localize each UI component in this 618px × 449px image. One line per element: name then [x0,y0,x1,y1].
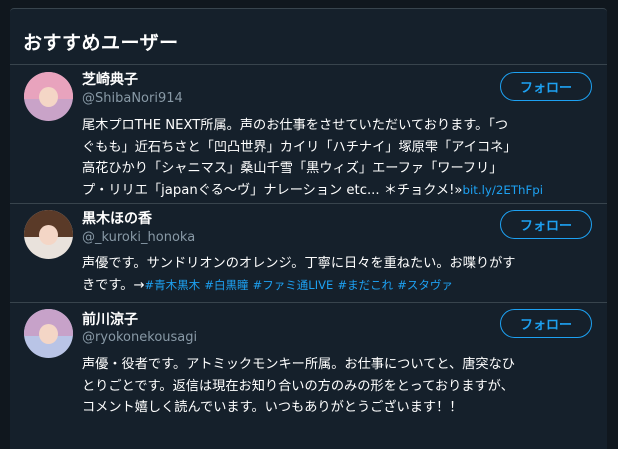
avatar-face-shape [38,86,59,108]
hashtag-link[interactable]: #まだこれ [337,278,393,292]
recommended-users-panel: おすすめユーザー 芝崎典子 @ShibaNori914 フォロー 尾木プロTHE… [10,8,607,449]
hashtag-link[interactable]: #ファミ通LIVE [253,278,334,292]
bio-line: 高花ひかり「シャニマス」桑山千雪「黒ウィズ」エーファ「ワーフリ」 [82,161,503,176]
hashtag-link[interactable]: #青木黒木 [144,278,200,292]
bio-line: 声優・役者です。アトミックモンキー所属。お仕事についてと、唐突なひ [82,357,515,372]
user-bio: 声優です。サンドリオンのオレンジ。丁寧に日々を重ねたい。お喋りがす きです。→#… [82,253,592,296]
bio-line: とりごとです。返信は現在お知り合いの方のみの形をとっておりますが、 [82,378,514,394]
hashtag-link[interactable]: #白黒瞳 [204,278,248,292]
bio-line: きです。→#青木黒木 #白黒瞳 #ファミ通LIVE #まだこれ #スタヴァ [82,275,592,297]
bio-line: 声優です。サンドリオンのオレンジ。丁寧に日々を重ねたい。お喋りがす [82,256,516,271]
avatar[interactable] [24,210,73,259]
avatar-face-shape [38,323,59,345]
user-bio: 声優・役者です。アトミックモンキー所属。お仕事についてと、唐突なひ とりごとです… [82,354,592,419]
user-card-shibanori[interactable]: 芝崎典子 @ShibaNori914 フォロー 尾木プロTHE NEXT所属。声… [10,65,607,203]
user-card-kuroki[interactable]: 黒木ほの香 @_kuroki_honoka フォロー 声優です。サンドリオンのオ… [10,204,607,302]
user-name[interactable]: 芝崎典子 [82,69,138,89]
user-name[interactable]: 前川涼子 [82,309,138,329]
user-handle[interactable]: @_kuroki_honoka [82,230,195,245]
follow-button[interactable]: フォロー [500,210,592,239]
bio-line: コメント嬉しく読んでいます。いつもありがとうございます！！ [82,400,463,415]
bio-line: ぐもも」近石ちさと「凹凸世界」カイリ「ハチナイ」塚原雫「アイコネ」 [82,139,517,155]
avatar-face-shape [38,224,59,246]
bio-line: 尾木プロTHE NEXT所属。声のお仕事をさせていただいております。「つ [82,118,509,133]
hashtag-link[interactable]: #スタヴァ [397,278,453,292]
user-bio: 尾木プロTHE NEXT所属。声のお仕事をさせていただいております。「つ ぐもも… [82,115,592,201]
user-card-maekawa[interactable]: 前川涼子 @ryokonekousagi フォロー 声優・役者です。アトミックモ… [10,303,607,433]
bio-link[interactable]: bit.ly/2EThFpi [462,183,543,197]
panel-title: おすすめユーザー [23,32,179,54]
avatar[interactable] [24,72,73,121]
avatar[interactable] [24,309,73,358]
bio-line: プ・リリエ「japanぐる〜ヴ」ナレーション etc... ＊チョクメ!»bit… [82,180,592,202]
bio-text: きです。→ [82,277,145,293]
follow-button[interactable]: フォロー [500,72,592,101]
follow-button[interactable]: フォロー [500,309,592,338]
user-name[interactable]: 黒木ほの香 [82,208,152,228]
user-handle[interactable]: @ryokonekousagi [82,330,197,345]
bio-text: プ・リリエ「japanぐる〜ヴ」ナレーション etc... ＊チョクメ!» [82,182,463,198]
user-handle[interactable]: @ShibaNori914 [82,91,183,106]
